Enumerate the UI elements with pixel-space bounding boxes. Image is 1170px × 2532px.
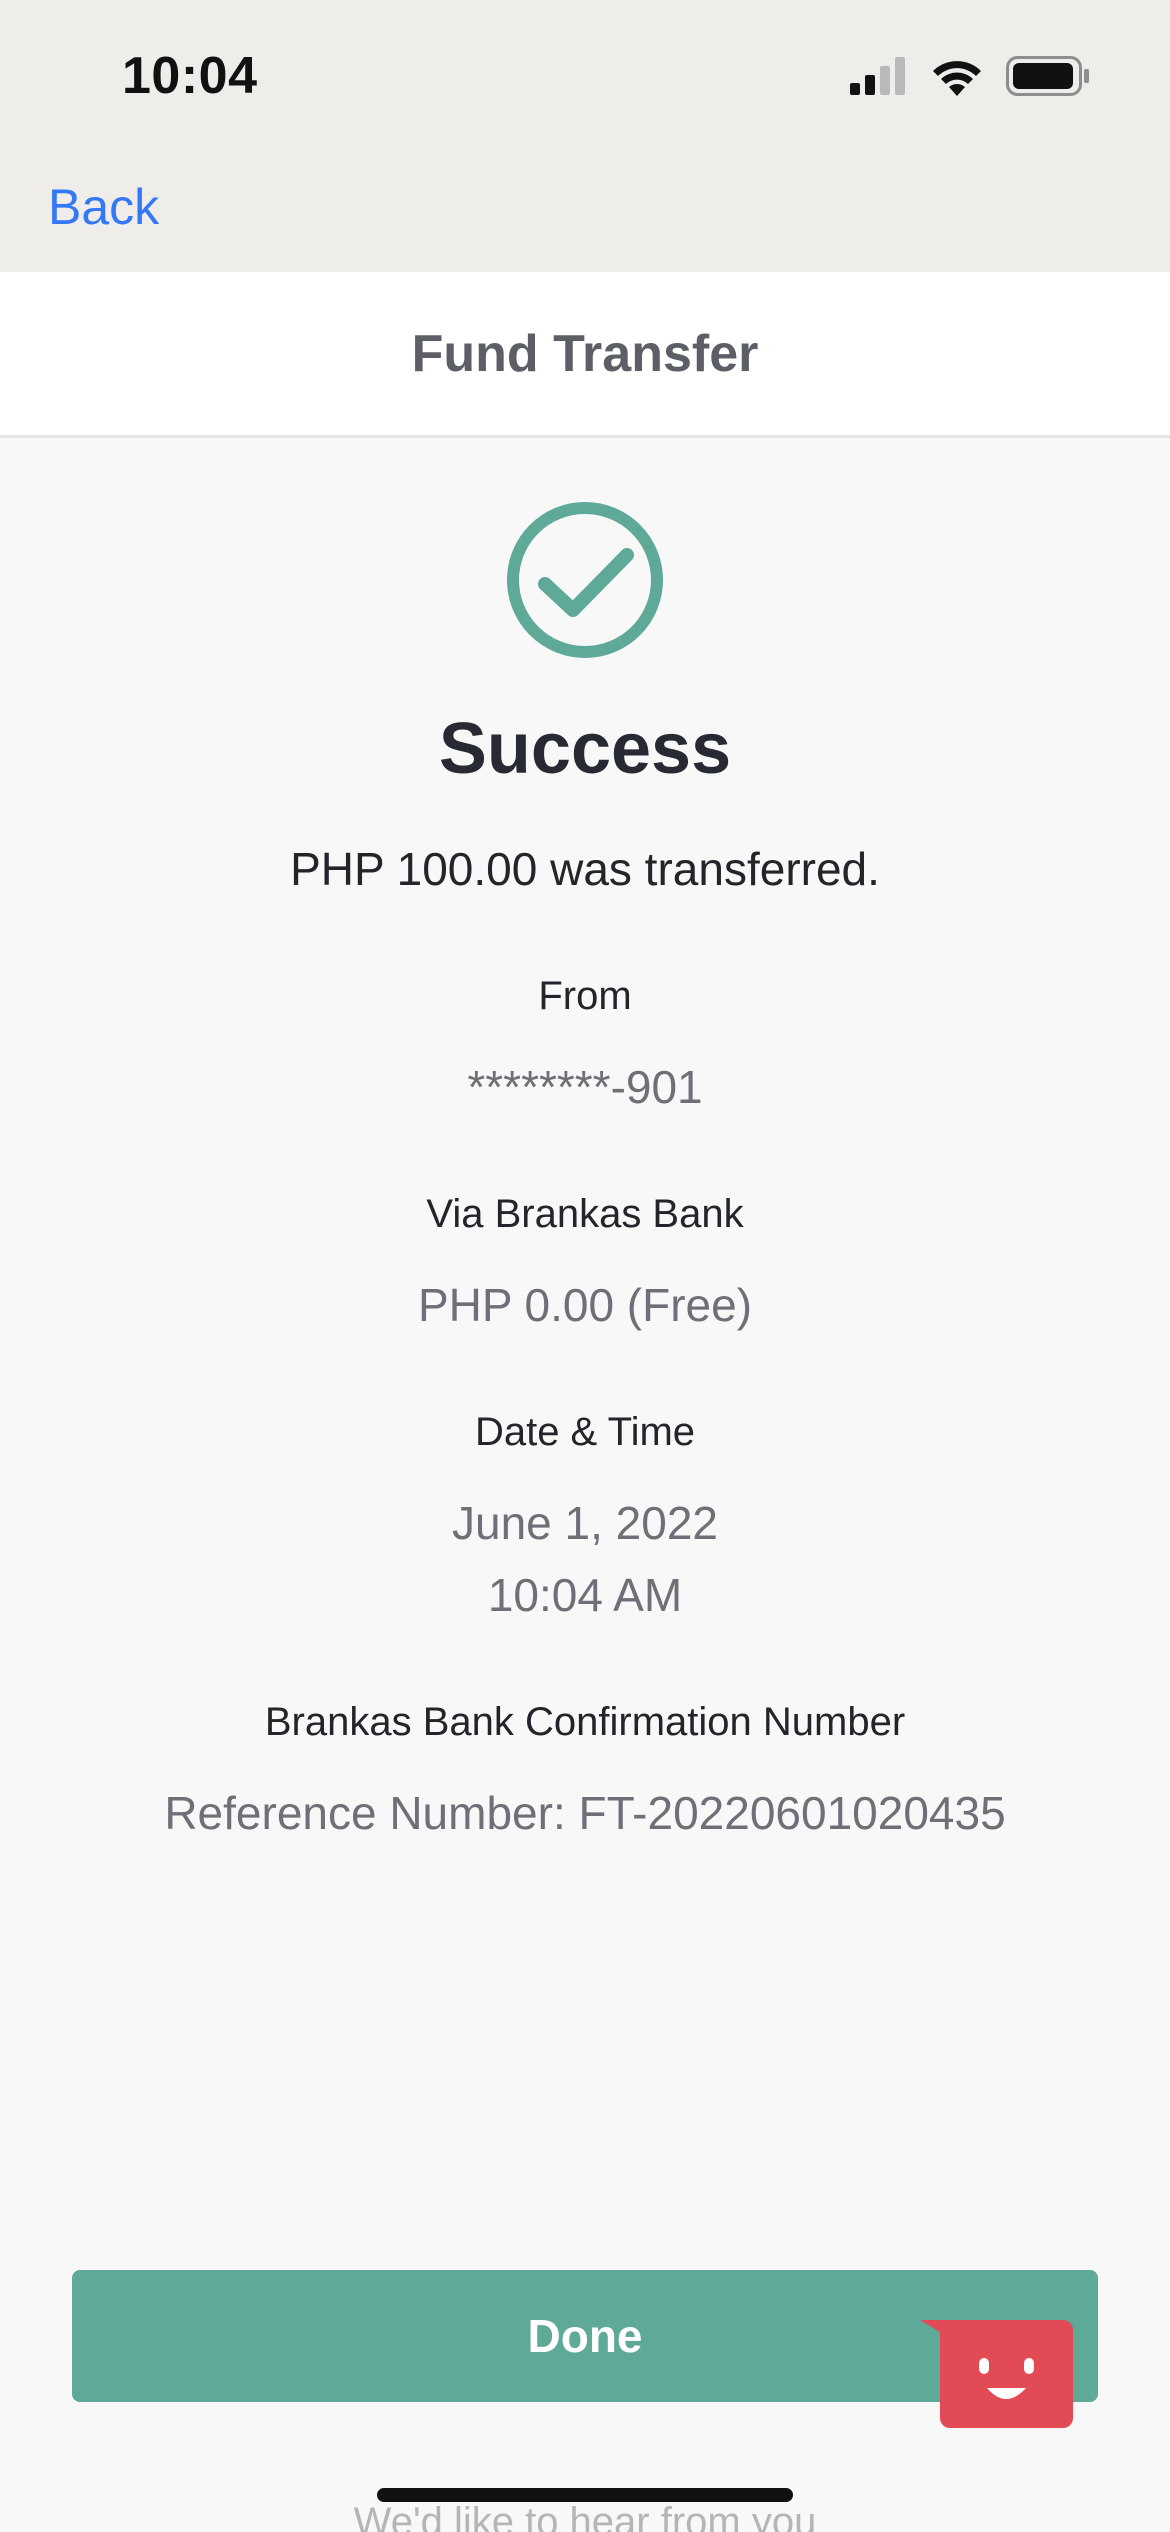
cellular-signal-icon [850,57,905,95]
success-check-icon [507,502,663,658]
page-title: Fund Transfer [411,324,759,383]
transfer-message: PHP 100.00 was transferred. [290,843,880,895]
date-value: June 1, 2022 [451,1497,718,1549]
reference-number-value: Reference Number: FT-20220601020435 [164,1787,1006,1839]
result-title: Success [438,709,732,789]
fee-value: PHP 0.00 (Free) [417,1279,753,1331]
time-value: 10:04 AM [487,1569,683,1621]
status-bar: 10:04 [0,0,1170,160]
header: Fund Transfer [0,272,1170,438]
status-icons [850,56,1090,96]
navigation-bar: Back [0,160,1170,272]
datetime-label: Date & Time [474,1410,696,1454]
from-label: From [538,974,632,1018]
back-button[interactable]: Back [48,178,159,236]
status-time: 10:04 [122,47,258,105]
from-account-value: ********-901 [467,1061,703,1113]
feedback-teaser-text: We'd like to hear from you [353,2500,817,2532]
via-bank-label: Via Brankas Bank [426,1192,744,1236]
wifi-icon [933,61,981,96]
battery-icon [1006,56,1089,96]
confirmation-label: Brankas Bank Confirmation Number [264,1700,906,1744]
feedback-widget-icon[interactable] [920,2318,1075,2430]
